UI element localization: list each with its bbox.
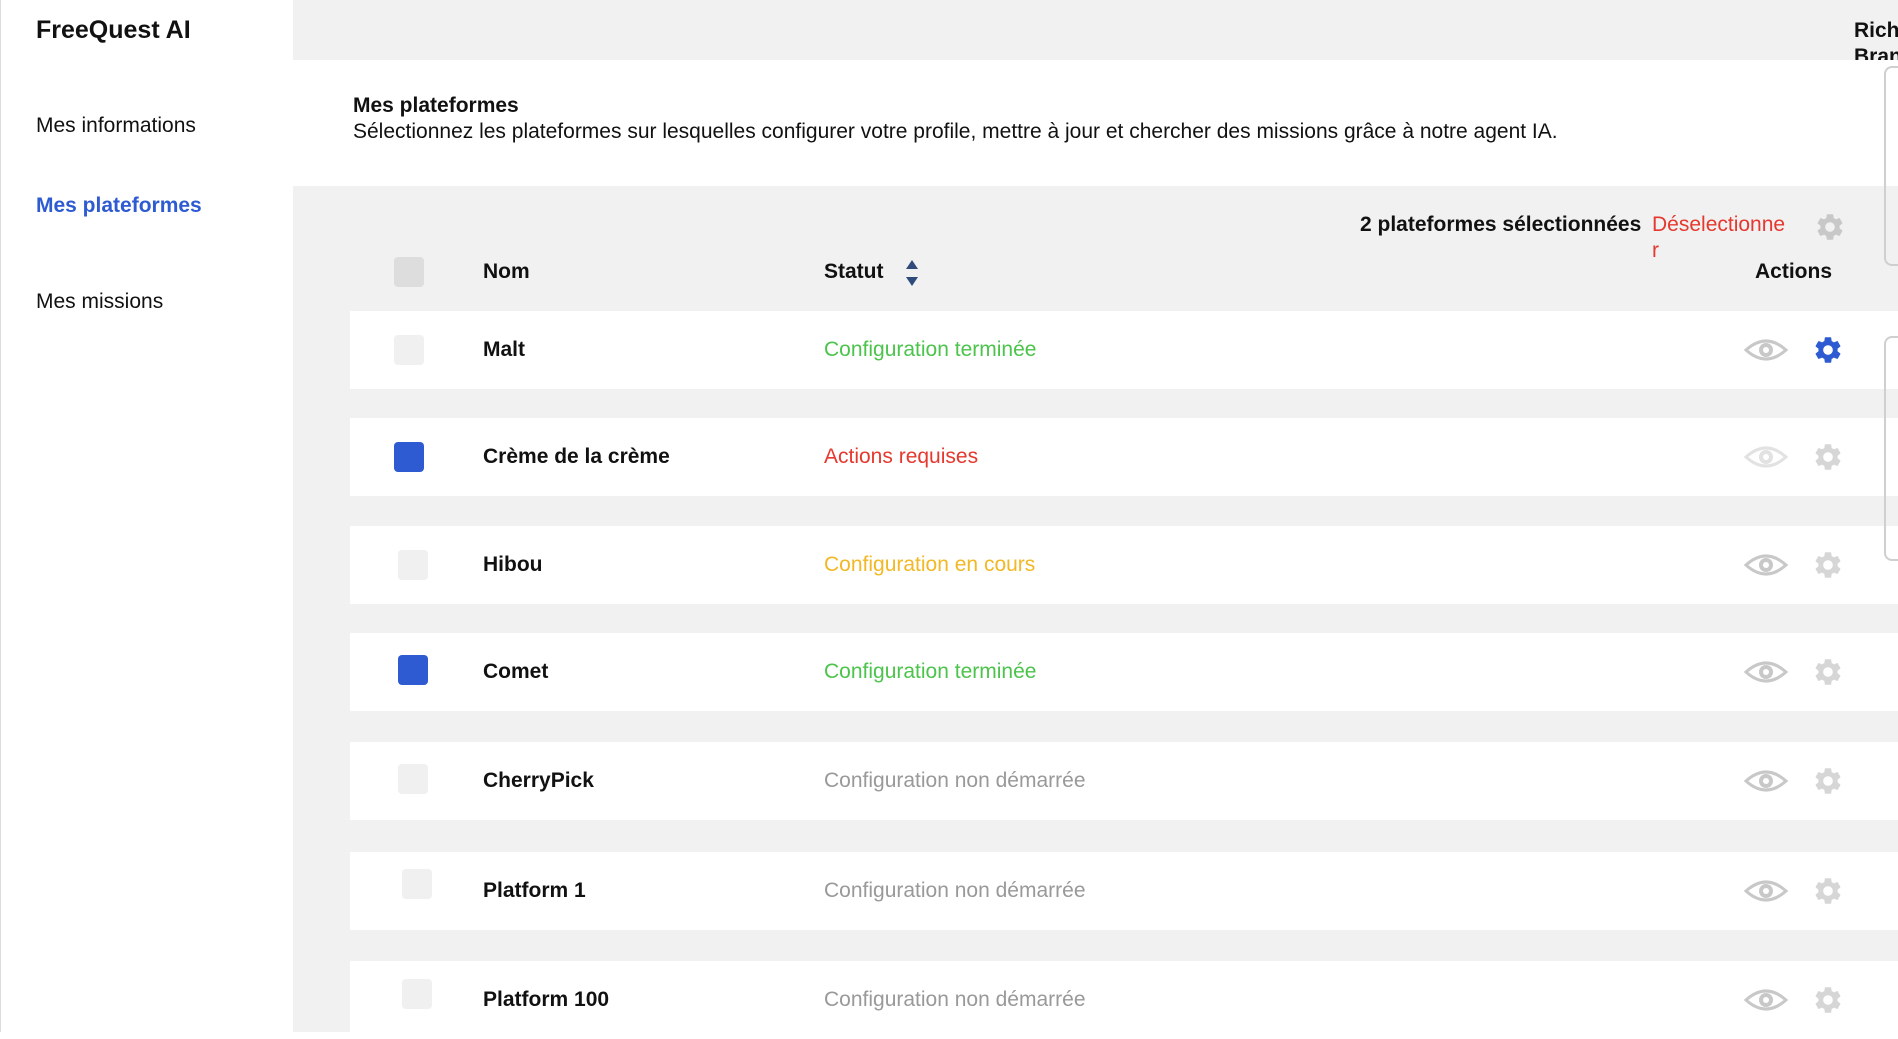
eye-icon[interactable] — [1743, 442, 1789, 472]
selected-count-label: 2 plateformes sélectionnées — [1360, 213, 1642, 236]
platform-name: Crème de la crème — [483, 445, 670, 468]
platform-status: Configuration non démarrée — [824, 988, 1086, 1011]
sidebar-item-mes-missions[interactable]: Mes missions — [36, 290, 163, 314]
platform-name: Platform 1 — [483, 879, 586, 902]
bulk-gear-icon[interactable] — [1814, 211, 1846, 243]
platform-status: Actions requises — [824, 445, 979, 468]
row-checkbox[interactable] — [398, 550, 428, 580]
gear-icon[interactable] — [1812, 656, 1844, 688]
sort-arrows-icon[interactable] — [905, 259, 919, 287]
eye-icon[interactable] — [1743, 657, 1789, 687]
deselect-link[interactable]: Déselectionner — [1652, 212, 1792, 264]
platform-status: Configuration en cours — [824, 553, 1036, 576]
column-header-actions: Actions — [1755, 260, 1833, 283]
app-logo[interactable]: FreeQuest AI — [36, 16, 191, 45]
top-bar — [293, 0, 1898, 60]
table-row: Malt Configuration terminée — [350, 311, 1898, 389]
gear-icon[interactable] — [1812, 984, 1844, 1016]
platform-name: Comet — [483, 660, 549, 683]
row-checkbox[interactable] — [402, 979, 432, 1009]
gear-icon[interactable] — [1812, 334, 1844, 366]
platform-status: Configuration terminée — [824, 338, 1037, 361]
table-row: Comet Configuration terminée — [350, 633, 1898, 711]
platform-name: Hibou — [483, 553, 543, 576]
select-all-checkbox[interactable] — [394, 257, 424, 287]
platform-name: Platform 100 — [483, 988, 610, 1011]
column-header-name[interactable]: Nom — [483, 260, 530, 284]
platform-name: CherryPick — [483, 769, 594, 792]
table-row: Platform 100 Configuration non démarrée — [350, 961, 1898, 1039]
gear-icon[interactable] — [1812, 549, 1844, 581]
eye-icon[interactable] — [1743, 766, 1789, 796]
sidebar-item-mes-plateformes[interactable]: Mes plateformes — [36, 194, 202, 218]
column-header-status[interactable]: Statut — [824, 260, 884, 284]
table-row: Crème de la crème Actions requises — [350, 418, 1898, 496]
side-panel-edge[interactable] — [1884, 336, 1898, 561]
sidebar: FreeQuest AI Mes informations Mes platef… — [0, 0, 293, 1032]
eye-icon[interactable] — [1743, 335, 1789, 365]
platform-name: Malt — [483, 338, 525, 361]
user-name-line-1: Rich — [1854, 19, 1898, 42]
row-checkbox[interactable] — [394, 335, 424, 365]
table-row: Hibou Configuration en cours — [350, 526, 1898, 604]
platform-status: Configuration terminée — [824, 660, 1037, 683]
sidebar-item-mes-informations[interactable]: Mes informations — [36, 114, 196, 138]
side-panel-edge[interactable] — [1884, 66, 1898, 266]
row-checkbox[interactable] — [402, 869, 432, 899]
platform-status: Configuration non démarrée — [824, 769, 1086, 792]
row-checkbox[interactable] — [398, 764, 428, 794]
table-row: Platform 1 Configuration non démarrée — [350, 852, 1898, 930]
page-description: Sélectionnez les plateformes sur lesquel… — [353, 120, 1558, 143]
gear-icon[interactable] — [1812, 765, 1844, 797]
gear-icon[interactable] — [1812, 441, 1844, 473]
row-checkbox[interactable] — [394, 442, 424, 472]
row-checkbox[interactable] — [398, 655, 428, 685]
table-row: CherryPick Configuration non démarrée — [350, 742, 1898, 820]
gear-icon[interactable] — [1812, 875, 1844, 907]
page-title: Mes plateformes — [353, 94, 519, 117]
eye-icon[interactable] — [1743, 876, 1789, 906]
eye-icon[interactable] — [1743, 550, 1789, 580]
platform-status: Configuration non démarrée — [824, 879, 1086, 902]
eye-icon[interactable] — [1743, 985, 1789, 1015]
